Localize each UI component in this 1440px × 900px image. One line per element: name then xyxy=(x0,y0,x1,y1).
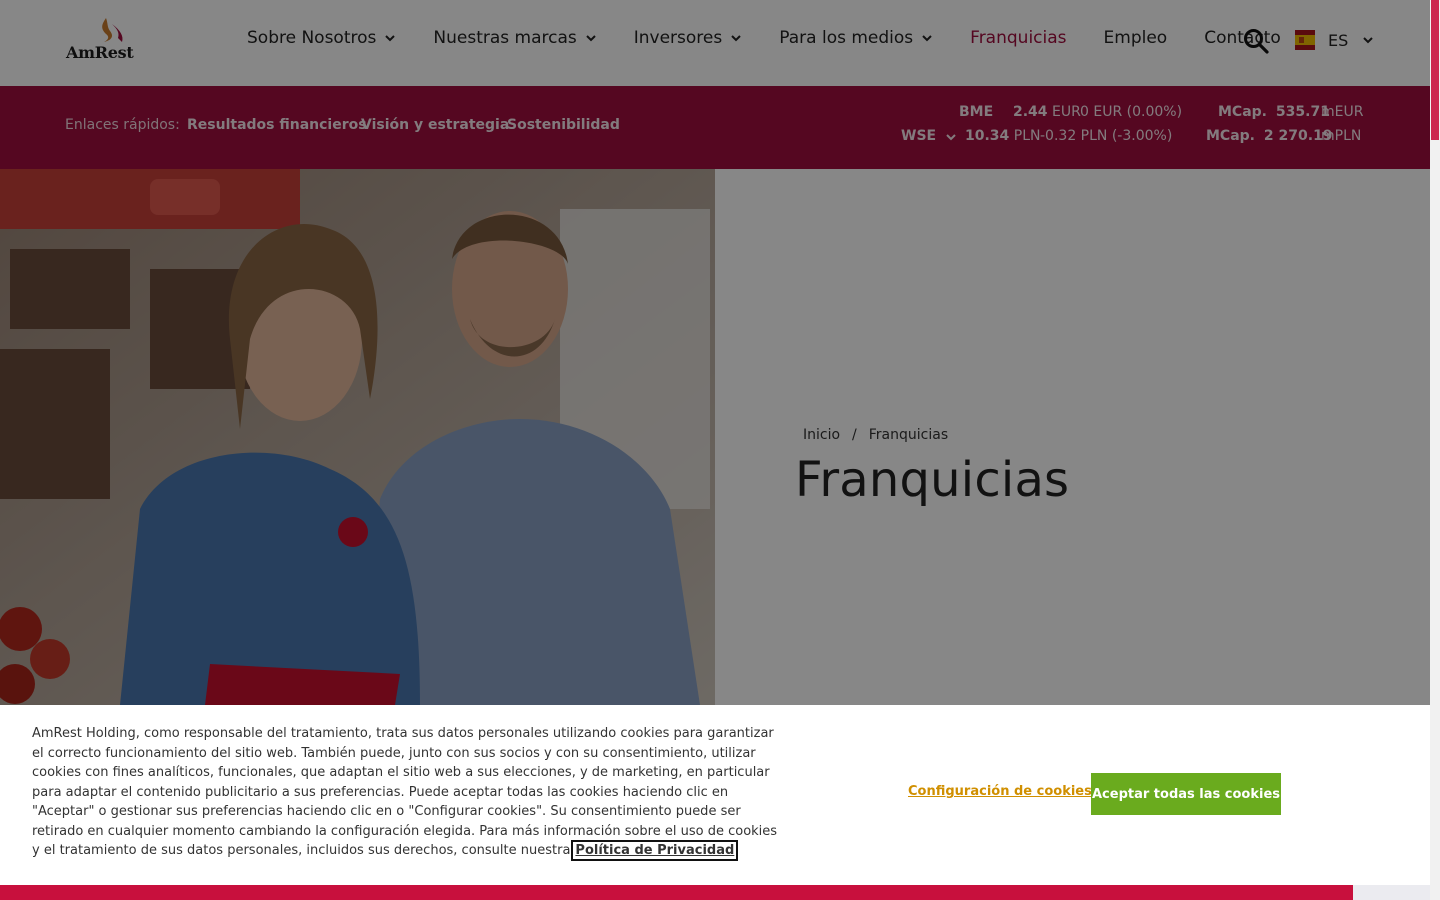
scrollbar-thumb[interactable] xyxy=(1431,0,1439,140)
privacy-policy-link[interactable]: Política de Privacidad xyxy=(571,840,739,861)
cookie-settings-link[interactable]: Configuración de cookies xyxy=(908,784,1092,799)
cookie-text: AmRest Holding, como responsable del tra… xyxy=(32,726,778,861)
footer-strip xyxy=(0,885,1353,900)
accept-all-cookies-button[interactable]: Aceptar todas las cookies xyxy=(1091,773,1281,815)
footer-strip-end xyxy=(1353,885,1430,900)
cookie-banner: AmRest Holding, como responsable del tra… xyxy=(0,705,1430,885)
scrollbar[interactable] xyxy=(1430,0,1440,900)
